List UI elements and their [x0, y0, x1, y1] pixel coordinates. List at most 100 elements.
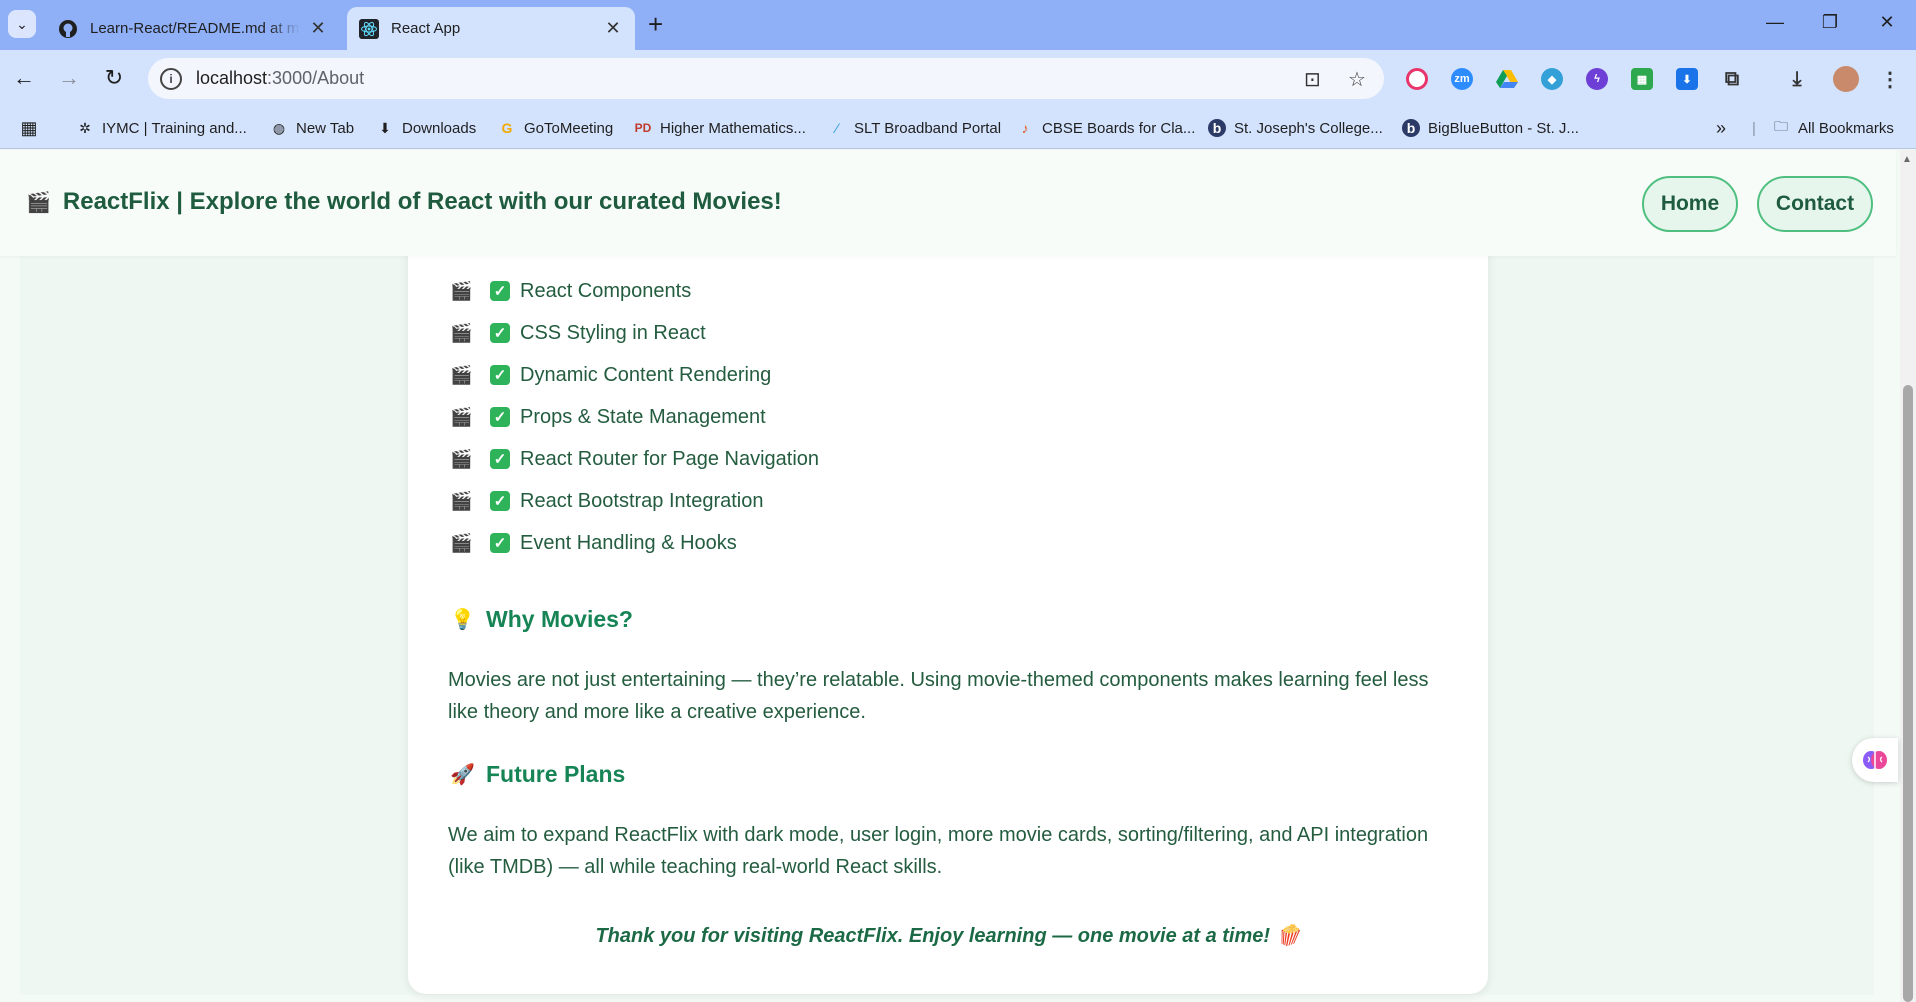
bookmark-gotomeeting[interactable]: G GoToMeeting — [498, 117, 614, 139]
bookmark-label: St. Joseph's College... — [1234, 119, 1383, 137]
brand-text: ReactFlix | Explore the world of React w… — [62, 188, 782, 215]
forward-arrow-icon[interactable]: → — [55, 64, 83, 92]
minimize-icon[interactable]: — — [1764, 12, 1786, 33]
nav-contact-button[interactable]: Contact — [1757, 176, 1873, 232]
chevron-down-icon: ⌄ — [16, 15, 28, 32]
list-item: 🎬 ✓ Props & State Management — [450, 396, 819, 438]
close-icon[interactable]: ✕ — [308, 18, 328, 39]
feature-label: React Router for Page Navigation — [520, 447, 820, 470]
profile-avatar[interactable] — [1833, 66, 1859, 92]
globe-icon: ◍ — [272, 119, 286, 136]
bookmark-st-josephs[interactable]: b St. Joseph's College... — [1208, 117, 1383, 139]
list-item: 🎬 ✓ React Components — [450, 270, 819, 312]
url-host: localhost — [196, 68, 268, 88]
tab-search-button[interactable]: ⌄ — [8, 10, 36, 38]
url-text[interactable]: localhost:3000/About — [196, 68, 364, 89]
clapperboard-icon: 🎬 — [450, 322, 473, 343]
check-icon: ✓ — [490, 533, 510, 553]
downloads-icon[interactable]: ⤓ — [1786, 68, 1808, 90]
bookmark-label: BigBlueButton - St. J... — [1428, 119, 1579, 137]
bookmark-slt[interactable]: ⁄ SLT Broadband Portal — [828, 117, 1001, 139]
browser-toolbar: ← → ↻ i localhost:3000/About ⊡ ☆ zm ◆ ϟ … — [0, 50, 1916, 107]
tab-title: Learn-React/README.md at main — [90, 20, 300, 37]
rocket-icon: 🚀 — [450, 764, 475, 786]
clapperboard-icon: 🎬 — [450, 364, 473, 385]
bookmarks-bar: ▦ ✲ IYMC | Training and... ◍ New Tab ⬇ Down… — [0, 107, 1916, 149]
install-app-icon[interactable]: ⊡ — [1304, 67, 1321, 92]
extension-ring-icon[interactable] — [1406, 68, 1428, 90]
scroll-up-arrow-icon[interactable]: ▲ — [1902, 154, 1912, 165]
extension-diamond-icon[interactable]: ◆ — [1541, 68, 1563, 90]
popcorn-icon: 🍿 — [1275, 925, 1301, 947]
list-item: 🎬 ✓ React Router for Page Navigation — [450, 438, 819, 480]
bookmark-star-icon[interactable]: ☆ — [1348, 67, 1366, 92]
google-drive-icon[interactable] — [1496, 68, 1518, 90]
more-bookmarks-chevron-icon[interactable]: » — [1716, 117, 1726, 139]
ai-assistant-brain-icon[interactable] — [1852, 738, 1898, 782]
apps-grid-icon[interactable]: ▦ — [20, 117, 46, 139]
clapperboard-icon: 🎬 — [450, 280, 473, 301]
thank-you-text: Thank you for visiting ReactFlix. Enjoy … — [595, 925, 1271, 947]
tab-react-app[interactable]: React App ✕ — [347, 7, 635, 50]
bookmark-iymc[interactable]: ✲ IYMC | Training and... — [76, 117, 247, 139]
clapperboard-icon: 🎬 — [26, 191, 51, 214]
lightbulb-icon: 💡 — [450, 609, 475, 631]
bookmark-new-tab[interactable]: ◍ New Tab — [270, 117, 354, 139]
bookmark-label: IYMC | Training and... — [102, 119, 247, 137]
thank-you-message: Thank you for visiting ReactFlix. Enjoy … — [408, 923, 1488, 948]
check-icon: ✓ — [490, 323, 510, 343]
feature-list: 🎬 ✓ React Components 🎬 ✓ CSS Styling in Reac… — [450, 270, 819, 564]
back-arrow-icon[interactable]: ← — [10, 64, 38, 92]
iymc-icon: ✲ — [79, 119, 91, 136]
check-icon: ✓ — [490, 407, 510, 427]
extensions-puzzle-icon[interactable]: ⧉ — [1721, 68, 1743, 90]
bookmark-bigbluebutton[interactable]: b BigBlueButton - St. J... — [1402, 117, 1579, 139]
site-info-icon[interactable]: i — [160, 67, 182, 90]
future-plans-paragraph: We aim to expand ReactFlix with dark mod… — [448, 824, 1429, 878]
extension-bolt-icon[interactable]: ϟ — [1586, 68, 1608, 90]
react-icon — [359, 18, 379, 39]
feature-label: Event Handling & Hooks — [520, 531, 737, 554]
bookmark-cbse[interactable]: ♪ CBSE Boards for Cla... — [1016, 117, 1196, 139]
feature-label: React Components — [520, 279, 692, 302]
bookmark-label: Higher Mathematics... — [660, 119, 806, 137]
bookmark-higher-mathematics[interactable]: PD Higher Mathematics... — [634, 117, 806, 139]
folder-icon: 🗀 — [1774, 118, 1788, 134]
scrollbar-thumb[interactable] — [1903, 385, 1913, 1002]
tab-github-readme[interactable]: Learn-React/README.md at main ✕ — [46, 7, 340, 50]
github-icon — [58, 19, 78, 39]
site-brand[interactable]: 🎬 ReactFlix | Explore the world of React… — [26, 188, 782, 216]
more-menu-icon[interactable]: ⋮ — [1879, 68, 1901, 91]
all-bookmarks-label: All Bookmarks — [1798, 119, 1894, 137]
list-item: 🎬 ✓ Event Handling & Hooks — [450, 522, 819, 564]
tab-title: React App — [391, 20, 461, 37]
extension-sheet-icon[interactable]: ▦ — [1631, 68, 1653, 90]
close-window-icon[interactable]: ✕ — [1876, 12, 1898, 33]
restore-icon[interactable]: ❐ — [1819, 12, 1841, 33]
all-bookmarks[interactable]: 🗀 All Bookmarks — [1772, 117, 1894, 139]
clapperboard-icon: 🎬 — [450, 448, 473, 469]
bookmark-downloads[interactable]: ⬇ Downloads — [376, 117, 476, 139]
clapperboard-icon: 🎬 — [450, 490, 473, 511]
clapperboard-icon: 🎬 — [450, 406, 473, 427]
new-tab-plus-icon[interactable]: + — [648, 11, 663, 37]
site-navbar: 🎬 ReactFlix | Explore the world of React… — [0, 150, 1896, 256]
bookmark-label: New Tab — [296, 119, 355, 137]
bookmark-label: CBSE Boards for Cla... — [1042, 119, 1196, 137]
future-plans-heading: 🚀 Future Plans — [450, 761, 625, 788]
b-icon: b — [1402, 119, 1420, 137]
close-icon[interactable]: ✕ — [603, 18, 623, 39]
page-viewport: 🎬 ReactFlix | Explore the world of React… — [0, 150, 1916, 1002]
tab-strip: ⌄ Learn-React/README.md at main ✕ React … — [0, 0, 1916, 50]
why-movies-paragraph: Movies are not just entertaining — they’… — [448, 669, 1429, 723]
feature-label: CSS Styling in React — [520, 321, 706, 344]
address-bar[interactable]: i localhost:3000/About ⊡ ☆ — [148, 58, 1384, 99]
reload-icon[interactable]: ↻ — [100, 64, 128, 92]
pd-icon: PD — [634, 121, 652, 135]
nav-home-button[interactable]: Home — [1642, 176, 1738, 232]
extension-download-icon[interactable]: ⬇ — [1676, 68, 1698, 90]
future-heading-text: Future Plans — [486, 761, 626, 787]
zoom-extension-icon[interactable]: zm — [1451, 68, 1473, 90]
check-icon: ✓ — [490, 365, 510, 385]
check-icon: ✓ — [490, 449, 510, 469]
